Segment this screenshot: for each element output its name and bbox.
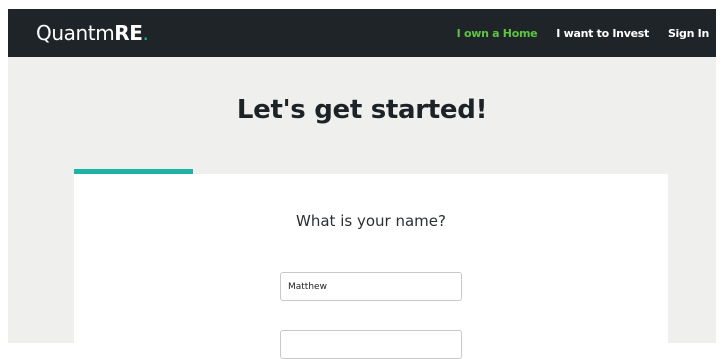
page-content: Let's get started! What is your name? bbox=[8, 57, 716, 359]
top-navbar: QuantmRE. I own a Home I want to Invest … bbox=[8, 9, 716, 57]
logo-text-prefix: Quantm bbox=[36, 21, 115, 45]
last-name-input[interactable] bbox=[280, 330, 462, 359]
name-form-card: What is your name? bbox=[74, 174, 668, 359]
nav-link-sign-in[interactable]: Sign In bbox=[668, 27, 709, 40]
nav-link-i-own-a-home[interactable]: I own a Home bbox=[457, 27, 538, 40]
page-title: Let's get started! bbox=[236, 95, 488, 125]
first-name-input[interactable] bbox=[280, 272, 462, 301]
nav-links: I own a Home I want to Invest Sign In bbox=[438, 9, 710, 57]
quantmre-logo[interactable]: QuantmRE. bbox=[36, 21, 149, 45]
question-label: What is your name? bbox=[296, 212, 446, 230]
nav-link-i-want-to-invest[interactable]: I want to Invest bbox=[556, 27, 649, 40]
logo-dot: . bbox=[142, 21, 149, 45]
logo-text-suffix: RE bbox=[114, 21, 143, 45]
